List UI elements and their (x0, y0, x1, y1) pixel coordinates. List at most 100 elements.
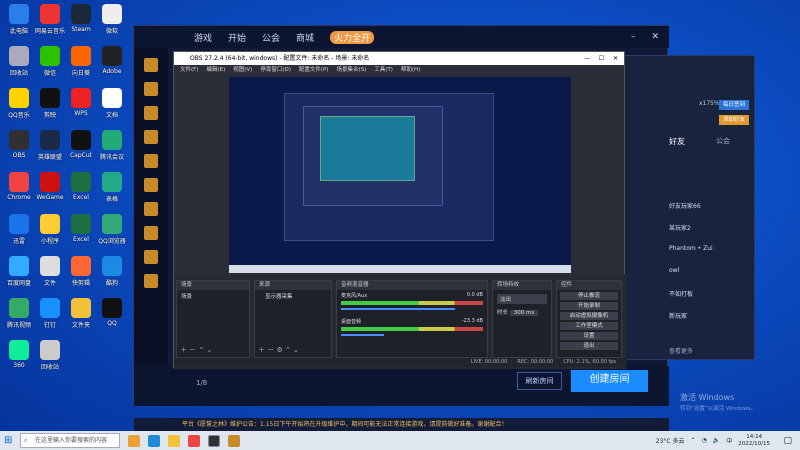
obs-menu-item[interactable]: 配置文件(P) (299, 65, 329, 75)
desktop-icon[interactable]: 微信 (35, 46, 65, 77)
control-button[interactable]: 设置 (560, 332, 618, 340)
obs-menu-item[interactable]: 停靠窗口(D) (260, 65, 291, 75)
network-icon[interactable]: ◔ (702, 437, 707, 444)
desktop-icon[interactable]: 腾讯视频 (4, 298, 34, 329)
desktop-icon[interactable]: 百度网盘 (4, 256, 34, 287)
volume-slider[interactable] (341, 308, 455, 310)
recharge-button[interactable]: 每日签到 (719, 100, 749, 110)
desktop-icon[interactable]: WPS (66, 88, 96, 117)
explorer-icon[interactable] (168, 434, 180, 447)
desktop-icon[interactable]: CapCut (66, 130, 96, 159)
desktop-icon[interactable]: 微软 (97, 4, 127, 35)
desktop-icon[interactable]: 网易云音乐 (35, 4, 65, 35)
obs-menu-item[interactable]: 编辑(E) (206, 65, 225, 75)
friend-item[interactable]: 新玩家 (669, 311, 687, 320)
volume-slider[interactable] (341, 334, 384, 336)
desktop-icon[interactable]: Chrome (4, 172, 34, 201)
chrome-icon[interactable] (188, 434, 200, 447)
min-icon[interactable]: – (631, 32, 636, 42)
duration-input[interactable]: 300 ms (509, 310, 539, 316)
taskview-icon[interactable] (128, 434, 140, 447)
desktop-icon[interactable]: Excel (66, 172, 96, 201)
scene-item[interactable]: 场景 (177, 290, 249, 302)
panel-footer[interactable]: 查看更多 (669, 346, 693, 355)
obs-menu-item[interactable]: 场景集合(S) (336, 65, 366, 75)
friend-item[interactable]: Phantom • Zui (669, 245, 713, 252)
taskbar-search[interactable]: ⌕ 在这里输入你要搜索的内容 (20, 433, 120, 448)
nav-tab-guild[interactable]: 公会 (262, 31, 280, 44)
desktop-icon[interactable]: Steam (66, 4, 96, 33)
sidebar-icon-8[interactable] (144, 226, 158, 240)
desktop-icon[interactable]: QQ浏览器 (97, 214, 127, 245)
edge-icon[interactable] (148, 434, 160, 447)
close-icon[interactable]: ✕ (613, 52, 618, 65)
refresh-room-button[interactable]: 刷新房间 (517, 372, 562, 390)
sidebar-icon-10[interactable] (144, 274, 158, 288)
transition-select[interactable]: 淡出 (497, 294, 547, 304)
tab-guild[interactable]: 公会 (716, 136, 730, 146)
control-button[interactable]: 启动虚拟摄像机 (560, 312, 618, 320)
nav-tab-start[interactable]: 开始 (228, 31, 246, 44)
obs-menu-item[interactable]: 帮助(H) (401, 65, 420, 75)
control-button[interactable]: 停止推流 (560, 292, 618, 300)
desktop-icon[interactable]: 回收站 (4, 46, 34, 77)
obs-taskbar-icon[interactable] (208, 434, 220, 447)
game-taskbar-icon[interactable] (228, 434, 240, 447)
volume-icon[interactable]: 🔈 (713, 437, 720, 444)
close-icon[interactable]: ✕ (651, 32, 669, 42)
minimize-icon[interactable]: — (584, 52, 590, 65)
friend-item[interactable]: 好友玩家66 (669, 201, 701, 210)
desktop-icon[interactable]: 钉钉 (35, 298, 65, 329)
desktop-icon[interactable]: 剪映 (35, 88, 65, 119)
desktop-icon[interactable]: 酷狗 (97, 256, 127, 287)
nav-badge[interactable]: 火力全开 (330, 30, 375, 44)
source-item[interactable]: 显示器采集 (255, 290, 331, 302)
control-button[interactable]: 开始录制 (560, 302, 618, 310)
start-icon[interactable]: ⊞ (4, 435, 12, 446)
friend-item[interactable]: owl (669, 267, 679, 274)
obs-preview[interactable] (229, 77, 571, 273)
tray-arrow-icon[interactable]: ⌃ (691, 437, 696, 444)
maximize-icon[interactable]: ☐ (599, 52, 604, 65)
friend-item[interactable]: 某玩家2 (669, 223, 691, 232)
desktop-icon[interactable]: 文档 (97, 88, 127, 119)
nav-tab-game[interactable]: 游戏 (194, 31, 212, 44)
desktop-icon[interactable]: Excel (66, 214, 96, 243)
desktop-icon[interactable]: 向日葵 (66, 46, 96, 77)
sidebar-icon-1[interactable] (144, 58, 158, 72)
desktop-icon[interactable]: 腾讯会议 (97, 130, 127, 161)
desktop-icon[interactable]: 表格 (97, 172, 127, 203)
desktop-icon[interactable]: 迅雷 (4, 214, 34, 245)
clock[interactable]: 14:14 2022/10/15 (738, 434, 770, 448)
desktop-icon[interactable]: 小程序 (35, 214, 65, 245)
add-friend-button[interactable]: 添加好友 (719, 115, 749, 125)
desktop-icon[interactable]: QQ音乐 (4, 88, 34, 119)
sidebar-icon-3[interactable] (144, 106, 158, 120)
sidebar-icon-2[interactable] (144, 82, 158, 96)
ime-lang[interactable]: 中 (726, 436, 732, 445)
obs-menu-item[interactable]: 视图(V) (233, 65, 252, 75)
desktop-icon[interactable]: 360 (4, 340, 34, 369)
nav-tab-shop[interactable]: 商城 (296, 31, 314, 44)
desktop-icon[interactable]: 回收站 (35, 340, 65, 371)
desktop-icon[interactable]: WeGame (35, 172, 65, 201)
weather[interactable]: 23°C 多云 (656, 436, 685, 445)
desktop-icon[interactable]: QQ (97, 298, 127, 327)
desktop-icon[interactable]: Adobe (97, 46, 127, 75)
friend-item[interactable]: 不如打板 (669, 289, 693, 298)
desktop-icon[interactable]: OBS (4, 130, 34, 159)
desktop-icon[interactable]: 文件夹 (66, 298, 96, 329)
sidebar-icon-5[interactable] (144, 154, 158, 168)
desktop-icon[interactable]: 此电脑 (4, 4, 34, 35)
sidebar-icon-7[interactable] (144, 202, 158, 216)
desktop-icon[interactable]: 英雄联盟 (35, 130, 65, 161)
sidebar-icon-9[interactable] (144, 250, 158, 264)
desktop-icon[interactable]: 文件 (35, 256, 65, 287)
control-button[interactable]: 工作室模式 (560, 322, 618, 330)
create-room-button[interactable]: 创建房间 (571, 370, 648, 392)
sidebar-icon-4[interactable] (144, 130, 158, 144)
obs-menu-item[interactable]: 文件(F) (180, 65, 198, 75)
desktop-icon[interactable]: 快剪辑 (66, 256, 96, 287)
tab-friends[interactable]: 好友 (669, 136, 685, 147)
control-button[interactable]: 退出 (560, 342, 618, 350)
